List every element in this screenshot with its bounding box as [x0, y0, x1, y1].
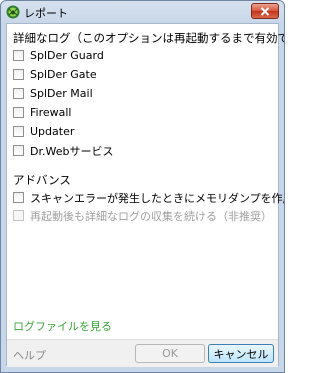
- help-link[interactable]: ヘルプ: [13, 347, 46, 363]
- checkbox-label: Updater: [30, 125, 75, 138]
- checkbox-box[interactable]: [13, 107, 24, 118]
- checkbox-label: Dr.Webサービス: [30, 144, 114, 158]
- checkbox-box: [13, 210, 24, 221]
- ok-button[interactable]: OK: [135, 344, 205, 363]
- checkbox-label: SplDer Gate: [30, 68, 97, 81]
- checkbox-label: スキャンエラーが発生したときにメモリダンプを作成する: [30, 191, 284, 205]
- close-icon: [260, 6, 270, 16]
- report-dialog: レポート 詳細なログ（このオプションは再起動するまで有効です） SplDer G…: [0, 0, 285, 373]
- drweb-spider-icon: [6, 5, 20, 19]
- checkbox-firewall[interactable]: Firewall: [13, 105, 71, 120]
- checkbox-label: SplDer Mail: [30, 87, 93, 100]
- dialog-content: 詳細なログ（このオプションは再起動するまで有効です） SplDer Guard …: [6, 23, 284, 367]
- checkbox-label: 再起動後も詳細なログの収集を続ける（非推奨）: [30, 209, 272, 223]
- dialog-footer: ヘルプ OK キャンセル: [7, 339, 278, 367]
- checkbox-splder-mail[interactable]: SplDer Mail: [13, 86, 93, 101]
- checkbox-box[interactable]: [13, 192, 24, 203]
- close-button[interactable]: [251, 3, 279, 19]
- checkbox-label: SplDer Guard: [30, 49, 104, 62]
- detailed-log-heading: 詳細なログ（このオプションは再起動するまで有効です）: [13, 31, 285, 45]
- checkbox-label: Firewall: [30, 106, 72, 119]
- cancel-button[interactable]: キャンセル: [208, 344, 274, 363]
- view-log-files-link[interactable]: ログファイルを見る: [13, 318, 112, 334]
- checkbox-splder-gate[interactable]: SplDer Gate: [13, 67, 97, 82]
- checkbox-box[interactable]: [13, 145, 24, 156]
- advanced-heading: アドバンス: [13, 173, 71, 187]
- checkbox-box[interactable]: [13, 50, 24, 61]
- title-bar[interactable]: レポート: [1, 1, 284, 23]
- checkbox-splder-guard[interactable]: SplDer Guard: [13, 48, 104, 63]
- checkbox-drweb-service[interactable]: Dr.Webサービス: [13, 143, 113, 158]
- checkbox-updater[interactable]: Updater: [13, 124, 74, 139]
- checkbox-memory-dump[interactable]: スキャンエラーが発生したときにメモリダンプを作成する: [13, 190, 284, 205]
- checkbox-continue-logging: 再起動後も詳細なログの収集を続ける（非推奨）: [13, 208, 272, 223]
- checkbox-box[interactable]: [13, 126, 24, 137]
- window-title: レポート: [24, 7, 68, 20]
- checkbox-box[interactable]: [13, 88, 24, 99]
- checkbox-box[interactable]: [13, 69, 24, 80]
